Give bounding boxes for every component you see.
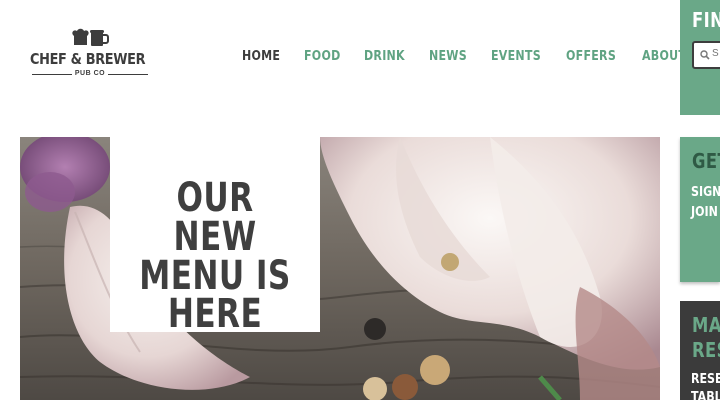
main-nav: HOME FOOD DRINK NEWS EVENTS OFFERS ABOUT bbox=[242, 49, 711, 64]
hero-banner[interactable]: OUR NEW MENU IS HERE bbox=[20, 137, 660, 400]
hero-title-line: OUR NEW bbox=[173, 175, 257, 260]
brand-logo[interactable]: CHEF & BREWER PUB CO bbox=[30, 28, 150, 82]
sidebar-reservation-panel[interactable]: MA RES RESE TABL bbox=[680, 301, 720, 400]
search-input[interactable] bbox=[712, 48, 720, 59]
hero-title-line: MENU IS bbox=[139, 252, 291, 299]
reservation-heading: RES bbox=[692, 338, 720, 362]
hero-title-line: HERE bbox=[167, 291, 263, 338]
nav-item-food[interactable]: FOOD bbox=[304, 49, 341, 64]
search-box[interactable] bbox=[692, 41, 720, 69]
nav-item-home[interactable]: HOME bbox=[242, 49, 280, 64]
logo-subtext: PUB CO bbox=[74, 70, 106, 77]
chef-hat-and-mug-icon bbox=[72, 28, 109, 46]
nav-item-drink[interactable]: DRINK bbox=[364, 49, 405, 64]
signup-heading: GET bbox=[692, 149, 720, 173]
hero-title: OUR NEW MENU IS HERE bbox=[133, 175, 297, 338]
nav-item-events[interactable]: EVENTS bbox=[491, 49, 541, 64]
logo-text: CHEF & BREWER bbox=[30, 50, 146, 68]
nav-item-news[interactable]: NEWS bbox=[429, 49, 467, 64]
find-heading: FIN bbox=[692, 8, 720, 32]
search-icon bbox=[700, 50, 710, 60]
reservation-text-line: RESE bbox=[691, 372, 720, 387]
reservation-text-line: TABL bbox=[691, 390, 720, 400]
reservation-heading: MA bbox=[692, 313, 720, 337]
nav-item-offers[interactable]: OFFERS bbox=[566, 49, 616, 64]
hero-card: OUR NEW MENU IS HERE bbox=[110, 137, 320, 338]
signup-text-line: JOIN bbox=[691, 205, 718, 220]
signup-text-line: SIGN bbox=[691, 185, 720, 200]
sidebar-find-panel: FIN bbox=[680, 0, 720, 115]
sidebar-signup-panel[interactable]: GET SIGN JOIN bbox=[680, 137, 720, 282]
